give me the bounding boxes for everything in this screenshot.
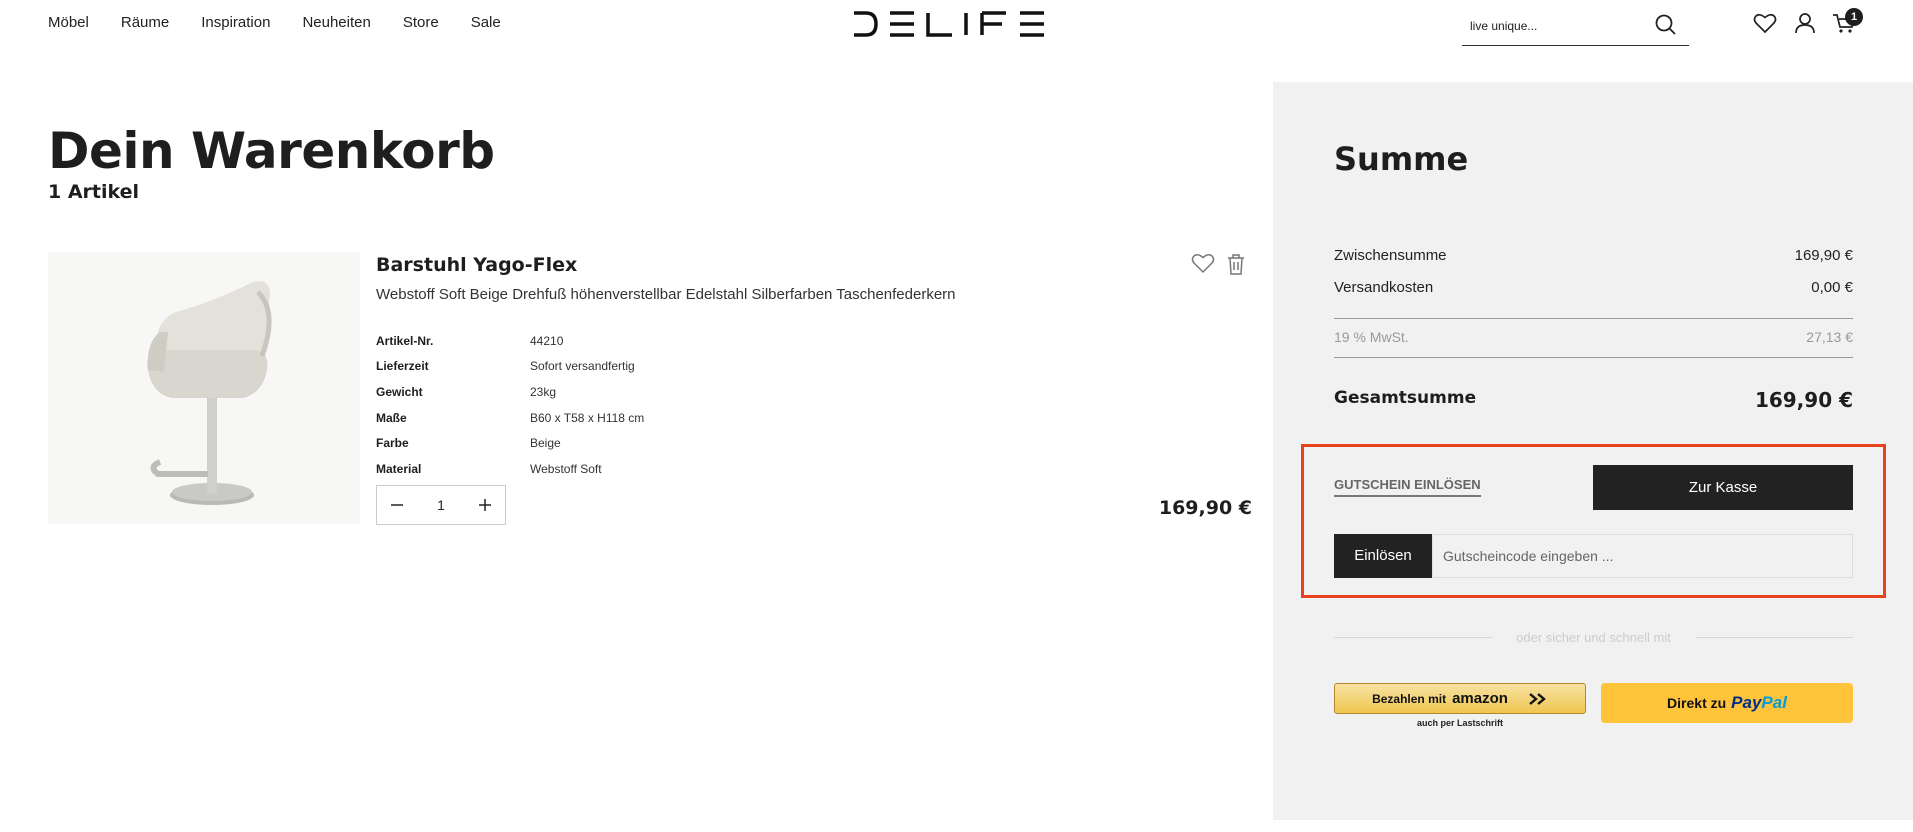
redeem-voucher-link[interactable]: GUTSCHEIN EINLÖSEN (1334, 477, 1481, 497)
nav-item-raeume[interactable]: Räume (121, 14, 169, 31)
quantity-input[interactable] (421, 497, 461, 513)
subtotal-value: 169,90 € (1794, 247, 1853, 264)
product-description: Webstoff Soft Beige Drehfuß höhenverstel… (376, 286, 956, 303)
delife-logo[interactable] (852, 10, 1057, 38)
spec-value: B60 x T58 x H118 cm (530, 410, 645, 425)
spec-label: Gewicht (376, 384, 423, 399)
tax-value: 27,13 € (1806, 329, 1853, 345)
amazon-pay-subtext: auch per Lastschrift (1416, 718, 1504, 728)
product-name[interactable]: Barstuhl Yago-Flex (376, 254, 577, 276)
spec-value: 23kg (530, 384, 557, 399)
spec-row-dimensions: Maße B60 x T58 x H118 cm (376, 405, 644, 431)
spec-label: Farbe (376, 436, 409, 451)
tax-label: 19 % MwSt. (1334, 329, 1409, 345)
account-user-icon[interactable] (1792, 10, 1818, 36)
spec-label: Material (376, 461, 422, 476)
spec-row-color: Farbe Beige (376, 430, 644, 456)
spec-value: Sofort versandfertig (530, 359, 635, 374)
redeem-button[interactable]: Einlösen (1334, 534, 1432, 578)
subtotal-label: Zwischensumme (1334, 247, 1447, 264)
wishlist-heart-icon[interactable] (1752, 10, 1778, 36)
grand-total-label: Gesamtsumme (1334, 388, 1477, 408)
spec-row-weight: Gewicht 23kg (376, 379, 644, 405)
amazon-pay-button[interactable]: Bezahlen mit amazon (1334, 683, 1586, 714)
summary-title: Summe (1334, 140, 1469, 178)
nav-item-sale[interactable]: Sale (471, 14, 501, 31)
amazon-logo: amazon (1452, 690, 1508, 707)
double-chevron-right-icon (1529, 692, 1546, 705)
nav-item-store[interactable]: Store (403, 14, 439, 31)
subtotal-row: Zwischensumme 169,90 € (1334, 247, 1853, 264)
product-image[interactable] (48, 252, 360, 524)
cart-item-count: 1 Artikel (48, 181, 140, 203)
shipping-row: Versandkosten 0,00 € (1334, 279, 1853, 296)
paypal-button[interactable]: Direkt zu PayPal (1601, 683, 1853, 723)
search-box (1462, 8, 1689, 46)
spec-row-material: Material Webstoff Soft (376, 456, 644, 482)
summary-divider (1334, 357, 1853, 358)
add-to-wishlist-heart-icon[interactable] (1190, 251, 1216, 275)
nav-item-inspiration[interactable]: Inspiration (201, 14, 270, 31)
spec-value: Webstoff Soft (530, 461, 602, 476)
nav-item-moebel[interactable]: Möbel (48, 14, 89, 31)
checkout-button[interactable]: Zur Kasse (1593, 465, 1853, 510)
remove-item-trash-icon[interactable] (1224, 252, 1248, 276)
tax-row: 19 % MwSt. 27,13 € (1334, 329, 1853, 345)
minus-icon (391, 504, 403, 506)
shipping-label: Versandkosten (1334, 279, 1434, 296)
increase-quantity-button[interactable] (475, 495, 495, 515)
paypal-logo: PayPal (1731, 693, 1787, 713)
nav-item-neuheiten[interactable]: Neuheiten (302, 14, 370, 31)
paypal-logo-pal: Pal (1761, 693, 1787, 712)
amazon-pay-label: Bezahlen mit (1372, 691, 1447, 706)
paypal-logo-pay: Pay (1731, 693, 1762, 712)
search-icon[interactable] (1653, 12, 1679, 38)
product-specs: Artikel-Nr. 44210 Lieferzeit Sofort vers… (376, 328, 644, 482)
spec-value: Beige (530, 436, 561, 451)
payment-divider-text: oder sicher und schnell mit (1516, 630, 1671, 645)
plus-icon (479, 499, 491, 511)
grand-total-value: 169,90 € (1754, 388, 1853, 412)
cart-count-badge: 1 (1845, 8, 1863, 26)
quantity-stepper (376, 485, 506, 525)
spec-value: 44210 (530, 333, 564, 348)
shipping-value: 0,00 € (1811, 279, 1853, 296)
main-nav: Möbel Räume Inspiration Neuheiten Store … (48, 14, 501, 31)
order-summary-panel: Summe Zwischensumme 169,90 € Versandkost… (1273, 82, 1913, 820)
line-item-price: 169,90 € (1158, 497, 1252, 519)
voucher-code-input[interactable] (1432, 534, 1853, 578)
spec-label: Lieferzeit (376, 359, 429, 374)
decrease-quantity-button[interactable] (387, 495, 407, 515)
search-input[interactable] (1470, 16, 1640, 36)
spec-row-article-number: Artikel-Nr. 44210 (376, 328, 644, 354)
paypal-label: Direkt zu (1667, 695, 1727, 711)
spec-row-delivery-time: Lieferzeit Sofort versandfertig (376, 354, 644, 380)
grand-total-row: Gesamtsumme 169,90 € (1334, 388, 1853, 412)
spec-label: Artikel-Nr. (376, 333, 434, 348)
page-title: Dein Warenkorb (48, 122, 495, 180)
payment-divider: oder sicher und schnell mit (1334, 630, 1853, 646)
spec-label: Maße (376, 410, 407, 425)
summary-divider (1334, 318, 1853, 319)
